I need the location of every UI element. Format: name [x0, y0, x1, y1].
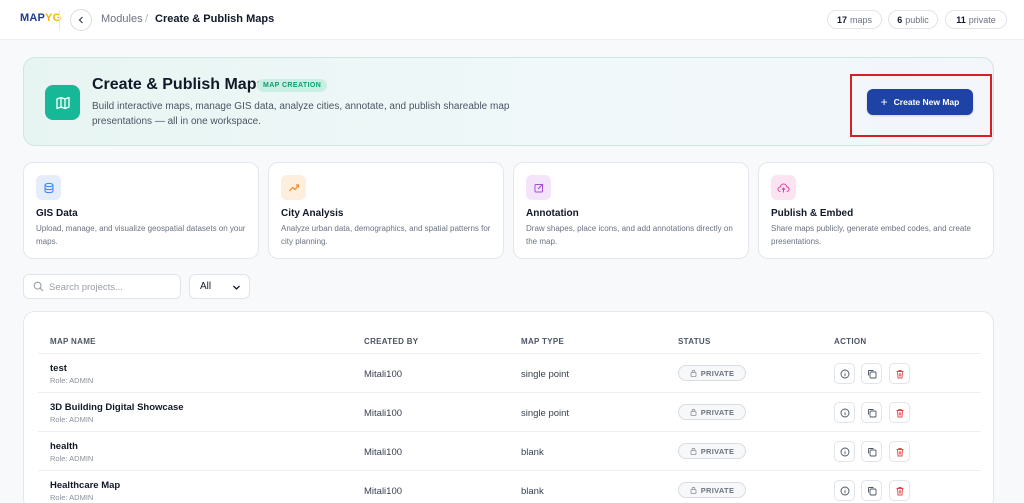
page-title: Create & Publish Maps: [92, 76, 266, 93]
top-bar: MAPYG Modules / Create & Publish Maps 17…: [0, 0, 1024, 40]
delete-button[interactable]: [889, 363, 910, 384]
feature-title: GIS Data: [36, 208, 78, 219]
map-name[interactable]: test: [50, 363, 67, 374]
map-creation-badge: MAP CREATION: [257, 79, 328, 92]
filter-select[interactable]: All: [189, 274, 250, 299]
trash-icon: [896, 447, 903, 456]
stat-maps-badge: 17 maps: [827, 10, 882, 29]
lock-icon: [690, 486, 697, 494]
status-badge: PRIVATE: [678, 365, 746, 381]
feature-title: Annotation: [526, 208, 579, 219]
status-badge: PRIVATE: [678, 482, 746, 498]
feature-description: Share maps publicly, generate embed code…: [771, 224, 971, 246]
delete-button[interactable]: [889, 441, 910, 462]
status-badge: PRIVATE: [678, 443, 746, 459]
page-description: Build interactive maps, manage GIS data,…: [92, 101, 510, 127]
map-role: Role: ADMIN: [50, 376, 94, 385]
cloud-upload-icon: [771, 175, 796, 200]
database-icon: [36, 175, 61, 200]
map-name[interactable]: 3D Building Digital Showcase: [50, 402, 184, 413]
map-role: Role: ADMIN: [50, 493, 94, 502]
search-icon: [33, 281, 44, 292]
feature-title: Publish & Embed: [771, 208, 854, 219]
divider: [59, 10, 60, 30]
column-header-map-type[interactable]: MAP TYPE: [521, 337, 564, 346]
column-header-status[interactable]: STATUS: [678, 337, 711, 346]
map-role: Role: ADMIN: [50, 415, 94, 424]
copy-icon: [867, 408, 876, 417]
copy-icon: [867, 486, 876, 495]
feature-card-city-analysis[interactable]: City Analysis Analyze urban data, demogr…: [268, 162, 504, 259]
map-name[interactable]: Healthcare Map: [50, 480, 120, 491]
trash-icon: [896, 369, 903, 378]
stat-private-badge: 11 private: [945, 10, 1007, 29]
lock-icon: [690, 369, 697, 377]
info-button[interactable]: [834, 441, 855, 462]
info-button[interactable]: [834, 480, 855, 501]
info-icon: [840, 408, 849, 417]
created-by: Mitali100: [364, 447, 403, 458]
map-type: blank: [521, 486, 544, 497]
edit-icon: [526, 175, 551, 200]
map-type: single point: [521, 408, 570, 419]
column-header-map-name[interactable]: MAP NAME: [50, 337, 96, 346]
feature-description: Analyze urban data, demographics, and sp…: [281, 224, 491, 246]
map-type: blank: [521, 447, 544, 458]
chevron-down-icon: [233, 285, 240, 290]
map-name[interactable]: health: [50, 441, 78, 452]
info-button[interactable]: [834, 402, 855, 423]
map-icon: [45, 85, 80, 120]
table-row[interactable]: 3D Building Digital Showcase Role: ADMIN…: [38, 393, 981, 432]
column-header-action: ACTION: [834, 337, 867, 346]
search-box[interactable]: [23, 274, 181, 299]
copy-button[interactable]: [861, 363, 882, 384]
stat-public-badge: 6 public: [888, 10, 938, 29]
back-button[interactable]: [70, 9, 92, 31]
map-role: Role: ADMIN: [50, 454, 94, 463]
breadcrumb-current: Create & Publish Maps: [155, 13, 275, 25]
delete-button[interactable]: [889, 402, 910, 423]
copy-button[interactable]: [861, 402, 882, 423]
trend-icon: [281, 175, 306, 200]
map-type: single point: [521, 369, 570, 380]
info-icon: [840, 447, 849, 456]
copy-icon: [867, 369, 876, 378]
hero-banner: Create & Publish Maps MAP CREATION Build…: [23, 57, 994, 146]
created-by: Mitali100: [364, 408, 403, 419]
feature-card-publish-embed[interactable]: Publish & Embed Share maps publicly, gen…: [758, 162, 994, 259]
created-by: Mitali100: [364, 486, 403, 497]
filter-select-value: All: [200, 281, 212, 292]
trash-icon: [896, 408, 903, 417]
copy-button[interactable]: [861, 441, 882, 462]
feature-description: Upload, manage, and visualize geospatial…: [36, 224, 246, 246]
breadcrumb-separator: /: [145, 13, 149, 25]
lock-icon: [690, 408, 697, 416]
highlight-annotation: [850, 74, 992, 137]
app-logo[interactable]: MAPYG: [20, 12, 61, 24]
delete-button[interactable]: [889, 480, 910, 501]
search-input[interactable]: [49, 278, 174, 296]
feature-title: City Analysis: [281, 208, 344, 219]
lock-icon: [690, 447, 697, 455]
info-button[interactable]: [834, 363, 855, 384]
info-icon: [840, 486, 849, 495]
trash-icon: [896, 486, 903, 495]
feature-card-annotation[interactable]: Annotation Draw shapes, place icons, and…: [513, 162, 749, 259]
table-row[interactable]: Healthcare Map Role: ADMIN Mitali100 bla…: [38, 471, 981, 503]
feature-description: Draw shapes, place icons, and add annota…: [526, 224, 733, 246]
info-icon: [840, 369, 849, 378]
created-by: Mitali100: [364, 369, 403, 380]
feature-card-gis-data[interactable]: GIS Data Upload, manage, and visualize g…: [23, 162, 259, 259]
column-header-created-by[interactable]: CREATED BY: [364, 337, 418, 346]
copy-button[interactable]: [861, 480, 882, 501]
status-badge: PRIVATE: [678, 404, 746, 420]
chevron-left-icon: [78, 16, 83, 24]
table-row[interactable]: health Role: ADMIN Mitali100 blank PRIVA…: [38, 432, 981, 471]
maps-table: MAP NAME CREATED BY MAP TYPE STATUS ACTI…: [23, 311, 994, 503]
breadcrumb-modules[interactable]: Modules: [101, 13, 143, 25]
table-row[interactable]: test Role: ADMIN Mitali100 single point …: [38, 354, 981, 393]
copy-icon: [867, 447, 876, 456]
